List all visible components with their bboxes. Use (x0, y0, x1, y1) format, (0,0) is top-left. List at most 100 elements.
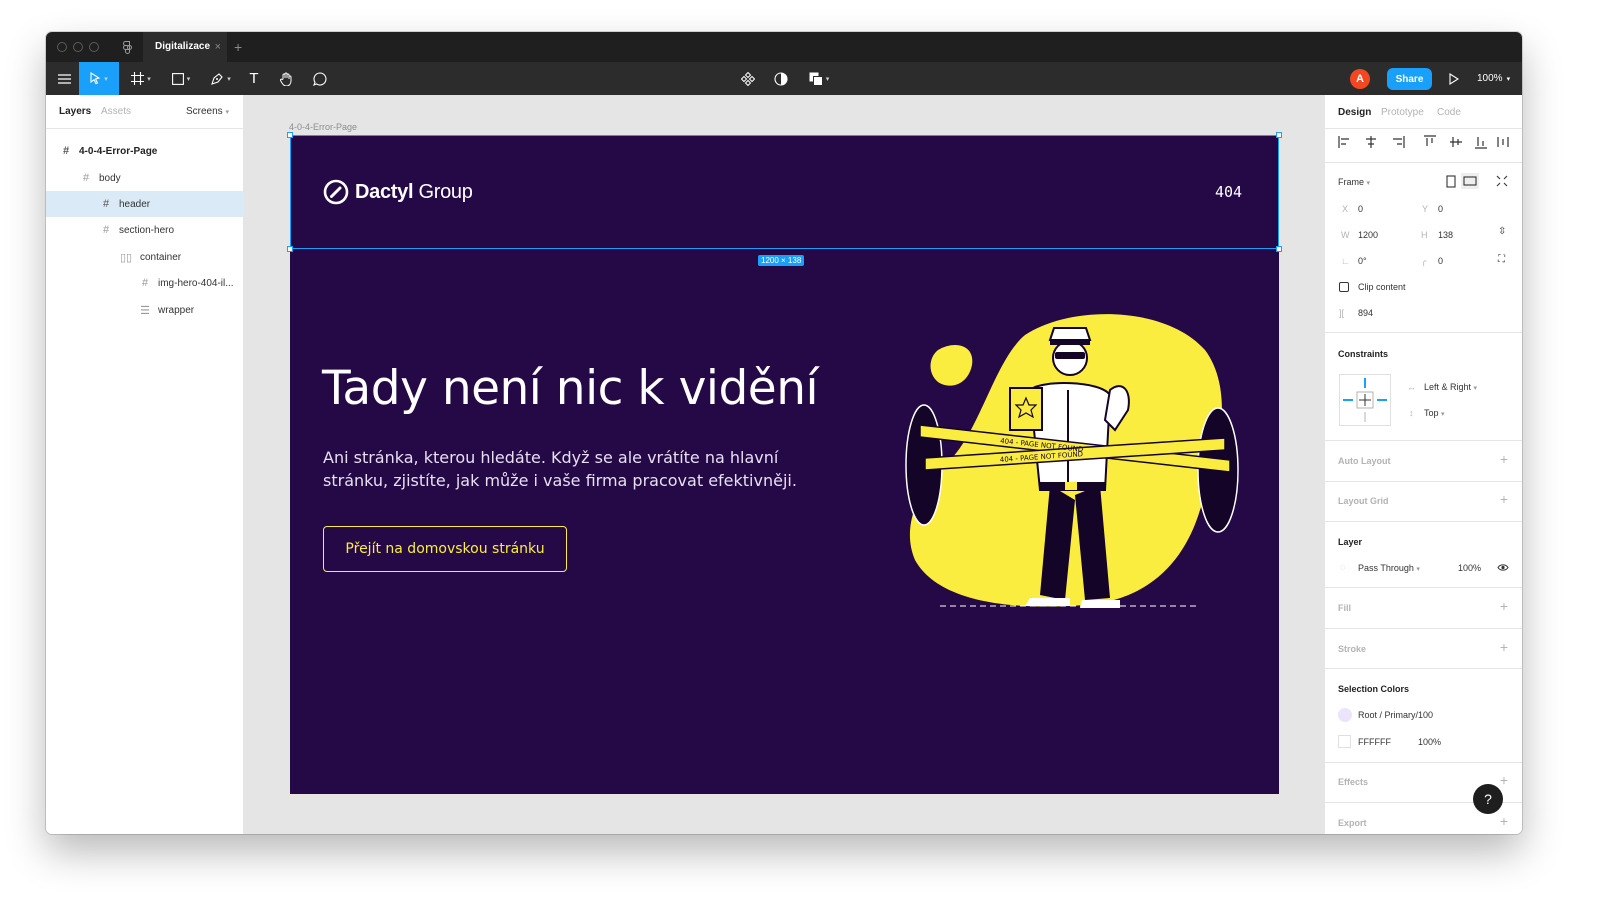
eye-icon[interactable] (1497, 563, 1509, 572)
vertical-constraint-icon: ↕ (1409, 408, 1414, 418)
frame-tool-icon[interactable]: ▾ (126, 62, 156, 95)
tab-prototype[interactable]: Prototype (1381, 107, 1424, 118)
tab-code[interactable]: Code (1437, 107, 1461, 118)
design-panel: Design Prototype Code Frame ▾ X 0 Y 0 W (1324, 95, 1522, 834)
menu-icon[interactable] (50, 62, 78, 95)
corner-radius-input[interactable]: 0 (1438, 256, 1443, 266)
artboard-404-page[interactable]: Dactyl Group 404 1200 × 138 Tady není ni… (287, 132, 1282, 794)
move-tool-icon[interactable]: ▾ (79, 62, 119, 95)
add-auto-layout-icon[interactable]: + (1500, 451, 1508, 467)
tab-layers[interactable]: Layers (59, 106, 91, 117)
blend-mode-icon: ◌ (1340, 562, 1346, 572)
tab-design[interactable]: Design (1338, 107, 1371, 118)
frame-icon: # (141, 277, 149, 289)
add-layout-grid-icon[interactable]: + (1500, 491, 1508, 507)
comment-icon[interactable] (310, 62, 330, 95)
alignment-icons[interactable] (1338, 135, 1513, 149)
layer-wrapper[interactable]: ☰ wrapper (46, 297, 244, 323)
help-button[interactable]: ? (1473, 784, 1503, 814)
close-tab-icon[interactable]: × (215, 32, 221, 62)
frame-type-dropdown[interactable]: Frame ▾ (1338, 177, 1370, 187)
columns-icon: ▯▯ (120, 251, 133, 264)
canvas[interactable]: 4-0-4-Error-Page Dactyl Group 404 1200 ×… (244, 95, 1324, 834)
effects-title: Effects (1338, 777, 1369, 787)
boolean-icon[interactable]: ▾ (804, 62, 834, 95)
police-officer-illustration: 404 - PAGE NOT FOUND 404 - PAGE NOT FOUN… (905, 314, 1239, 608)
layer-label: header (119, 198, 151, 210)
y-label: Y (1422, 204, 1429, 214)
landscape-icon[interactable] (1461, 173, 1479, 189)
divider (1325, 668, 1522, 669)
layout-grid-title: Layout Grid (1338, 496, 1389, 506)
h-input[interactable]: 138 (1438, 230, 1453, 240)
add-stroke-icon[interactable]: + (1500, 639, 1508, 655)
layer-container[interactable]: ▯▯ container (46, 244, 244, 270)
clip-content-checkbox[interactable] (1339, 282, 1349, 292)
layer-label: body (99, 172, 121, 184)
y-input[interactable]: 0 (1438, 204, 1443, 214)
close-window-button[interactable] (57, 42, 67, 52)
minimize-window-button[interactable] (73, 42, 83, 52)
constrain-proportions-icon[interactable]: ⇳ (1498, 226, 1506, 237)
selection-color-name[interactable]: FFFFFF (1358, 737, 1391, 747)
layer-section-hero[interactable]: # section-hero (46, 217, 244, 243)
layer-4-0-4-error-page[interactable]: #4-0-4-Error-Page (46, 138, 244, 164)
present-icon[interactable] (1444, 62, 1464, 95)
figma-window: Digitalizace × + ▾ ▾ ▾ ▾ T ▾ A Share 100… (46, 32, 1522, 834)
resize-to-fit-icon[interactable] (1496, 175, 1508, 187)
spacing-icon: ][ (1339, 308, 1345, 318)
layer-img-hero[interactable]: # img-hero-404-il... (46, 270, 244, 296)
share-button[interactable]: Share (1387, 68, 1432, 90)
figma-logo-icon[interactable] (123, 41, 132, 54)
layer-label: section-hero (119, 224, 175, 236)
color-swatch[interactable] (1338, 735, 1351, 748)
independent-corners-icon[interactable]: ⛶ (1498, 254, 1505, 265)
color-swatch[interactable] (1338, 708, 1352, 722)
maximize-window-button[interactable] (89, 42, 99, 52)
layer-label: 4-0-4-Error-Page (79, 145, 158, 157)
tab-assets[interactable]: Assets (101, 106, 131, 117)
export-title: Export (1338, 818, 1367, 828)
add-fill-icon[interactable]: + (1500, 598, 1508, 614)
add-effect-icon[interactable]: + (1500, 772, 1508, 788)
home-button[interactable]: Přejít na domovskou stránku (323, 526, 567, 572)
spacing-input[interactable]: 894 (1358, 308, 1373, 318)
frame-icon: # (62, 145, 70, 157)
blend-mode-dropdown[interactable]: Pass Through ▾ (1358, 563, 1420, 573)
selection-color-name[interactable]: Root / Primary/100 (1358, 710, 1433, 720)
vertical-constraint-dropdown[interactable]: Top ▾ (1424, 408, 1445, 418)
component-icon[interactable] (738, 62, 758, 95)
constraints-widget[interactable] (1339, 374, 1391, 426)
w-input[interactable]: 1200 (1358, 230, 1378, 240)
zoom-dropdown[interactable]: 100% ▾ (1477, 62, 1510, 95)
portrait-icon[interactable] (1446, 175, 1456, 188)
resize-handle[interactable] (287, 132, 293, 138)
text-tool-icon[interactable]: T (244, 62, 264, 95)
layer-body[interactable]: # body (46, 165, 244, 191)
shape-tool-icon[interactable]: ▾ (166, 62, 196, 95)
pen-tool-icon[interactable]: ▾ (206, 62, 236, 95)
header-selection-box[interactable] (287, 132, 1282, 252)
divider (1325, 587, 1522, 588)
horizontal-constraint-dropdown[interactable]: Left & Right ▾ (1424, 382, 1477, 392)
layer-label: img-hero-404-il... (158, 277, 234, 289)
hand-tool-icon[interactable] (276, 62, 296, 95)
x-input[interactable]: 0 (1358, 204, 1363, 214)
resize-handle[interactable] (1276, 246, 1282, 252)
rotation-input[interactable]: 0° (1358, 256, 1367, 266)
toolbar: ▾ ▾ ▾ ▾ T ▾ A Share 100% ▾ (46, 62, 1522, 95)
selection-color-opacity[interactable]: 100% (1418, 737, 1441, 747)
horizontal-constraint-label: Left & Right (1424, 382, 1472, 392)
file-tab[interactable]: Digitalizace × (143, 32, 227, 62)
new-tab-icon[interactable]: + (234, 32, 242, 62)
resize-handle[interactable] (1276, 132, 1282, 138)
page-selector[interactable]: Screens ▾ (186, 106, 229, 117)
mask-icon[interactable] (771, 62, 791, 95)
divider (1325, 332, 1522, 333)
layer-header[interactable]: # header (46, 191, 244, 217)
resize-handle[interactable] (287, 246, 293, 252)
add-export-icon[interactable]: + (1500, 813, 1508, 829)
frame-label[interactable]: 4-0-4-Error-Page (289, 122, 357, 132)
layer-opacity-input[interactable]: 100% (1458, 563, 1481, 573)
user-avatar[interactable]: A (1350, 69, 1370, 89)
